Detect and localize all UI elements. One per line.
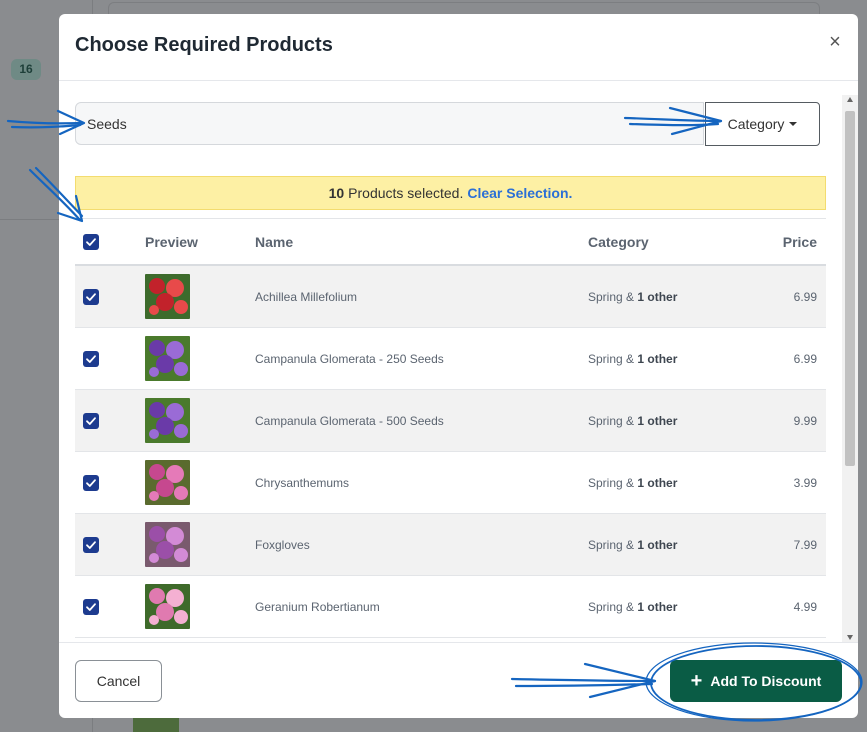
- product-name: Geranium Robertianum: [255, 575, 588, 638]
- product-name: Achillea Millefolium: [255, 265, 588, 328]
- preview-cell: [145, 327, 255, 390]
- table-row[interactable]: Achillea Millefolium Spring & 1 other 6.99: [75, 265, 826, 328]
- check-icon: [86, 602, 96, 611]
- product-price: 3.99: [758, 451, 826, 514]
- purple-bellflower-thumbnail[interactable]: [145, 336, 190, 381]
- row-checkbox-cell: [75, 389, 145, 452]
- search-input[interactable]: [75, 102, 704, 145]
- plus-icon: +: [690, 670, 703, 692]
- close-icon[interactable]: ×: [825, 31, 845, 53]
- product-name: Campanula Glomerata - 500 Seeds: [255, 389, 588, 452]
- table-row[interactable]: Chrysanthemums Spring & 1 other 3.99: [75, 451, 826, 514]
- add-to-discount-button[interactable]: + Add To Discount: [670, 660, 842, 702]
- product-category: Spring & 1 other: [588, 513, 758, 576]
- table-row[interactable]: Geranium Robertianum Spring & 1 other 4.99: [75, 575, 826, 638]
- product-price: 9.99: [758, 389, 826, 452]
- foxglove-thumbnail[interactable]: [145, 522, 190, 567]
- pink-geranium-thumbnail[interactable]: [145, 584, 190, 629]
- row-checkbox[interactable]: [83, 536, 99, 553]
- category-more: 1 other: [637, 537, 678, 552]
- products-table: Preview Name Category Price Achillea Mil…: [75, 218, 826, 638]
- check-icon: [86, 540, 96, 549]
- purple-bellflower-thumbnail[interactable]: [145, 398, 190, 443]
- category-primary: Spring &: [588, 537, 635, 552]
- choose-products-modal: Choose Required Products × Category 10 P…: [59, 14, 858, 718]
- category-more: 1 other: [637, 289, 678, 304]
- category-primary: Spring &: [588, 413, 635, 428]
- modal-scrollbar[interactable]: [842, 95, 858, 642]
- modal-footer: Cancel + Add To Discount: [59, 642, 858, 718]
- row-checkbox[interactable]: [83, 412, 99, 429]
- row-checkbox-cell: [75, 327, 145, 390]
- row-checkbox-cell: [75, 265, 145, 328]
- table-row[interactable]: Foxgloves Spring & 1 other 7.99: [75, 513, 826, 576]
- add-to-discount-label: Add To Discount: [710, 673, 822, 689]
- row-checkbox[interactable]: [83, 474, 99, 491]
- header-category[interactable]: Category: [588, 218, 758, 266]
- scrollbar-thumb[interactable]: [845, 111, 855, 466]
- selection-text: Products selected.: [348, 185, 464, 201]
- category-more: 1 other: [637, 351, 678, 366]
- pink-chrysanthemum-thumbnail[interactable]: [145, 460, 190, 505]
- product-price: 7.99: [758, 513, 826, 576]
- scroll-up-arrow-icon[interactable]: [847, 97, 853, 102]
- category-button-label: Category: [727, 116, 785, 132]
- scroll-down-arrow-icon[interactable]: [847, 635, 853, 640]
- product-price: 6.99: [758, 265, 826, 328]
- check-icon: [86, 416, 96, 425]
- modal-body: Category 10 Products selected. Clear Sel…: [59, 81, 858, 642]
- background-thumbnail: [133, 718, 179, 732]
- clear-selection-link[interactable]: Clear Selection.: [467, 185, 572, 201]
- category-primary: Spring &: [588, 289, 635, 304]
- select-all-cell: [75, 218, 145, 266]
- product-name: Chrysanthemums: [255, 451, 588, 514]
- product-category: Spring & 1 other: [588, 451, 758, 514]
- product-category: Spring & 1 other: [588, 575, 758, 638]
- product-price: 4.99: [758, 575, 826, 638]
- product-category: Spring & 1 other: [588, 389, 758, 452]
- row-checkbox-cell: [75, 451, 145, 514]
- preview-cell: [145, 575, 255, 638]
- category-dropdown-button[interactable]: Category: [705, 102, 820, 146]
- header-preview[interactable]: Preview: [145, 218, 255, 266]
- select-all-checkbox[interactable]: [83, 234, 99, 251]
- check-icon: [86, 354, 96, 363]
- row-checkbox-cell: [75, 513, 145, 576]
- category-more: 1 other: [637, 599, 678, 614]
- row-checkbox[interactable]: [83, 350, 99, 367]
- modal-header: Choose Required Products ×: [59, 14, 858, 81]
- check-icon: [86, 238, 96, 247]
- product-price: 6.99: [758, 327, 826, 390]
- product-name: Campanula Glomerata - 250 Seeds: [255, 327, 588, 390]
- header-price[interactable]: Price: [758, 218, 826, 266]
- table-header-row: Preview Name Category Price: [75, 218, 826, 266]
- table-row[interactable]: Campanula Glomerata - 500 Seeds Spring & …: [75, 389, 826, 452]
- check-icon: [86, 292, 96, 301]
- caret-down-icon: [789, 122, 798, 126]
- category-more: 1 other: [637, 475, 678, 490]
- category-primary: Spring &: [588, 599, 635, 614]
- cancel-button[interactable]: Cancel: [75, 660, 162, 702]
- product-name: Foxgloves: [255, 513, 588, 576]
- selection-banner: 10 Products selected. Clear Selection.: [75, 176, 826, 210]
- preview-cell: [145, 513, 255, 576]
- header-name[interactable]: Name: [255, 218, 588, 266]
- preview-cell: [145, 265, 255, 328]
- modal-title: Choose Required Products: [75, 34, 333, 56]
- row-checkbox[interactable]: [83, 598, 99, 615]
- category-more: 1 other: [637, 413, 678, 428]
- table-row[interactable]: Campanula Glomerata - 250 Seeds Spring & …: [75, 327, 826, 390]
- background-count-badge: 16: [11, 59, 41, 80]
- preview-cell: [145, 389, 255, 452]
- selection-count: 10: [328, 185, 345, 201]
- preview-cell: [145, 451, 255, 514]
- category-primary: Spring &: [588, 351, 635, 366]
- product-category: Spring & 1 other: [588, 327, 758, 390]
- product-category: Spring & 1 other: [588, 265, 758, 328]
- red-flower-thumbnail[interactable]: [145, 274, 190, 319]
- row-checkbox[interactable]: [83, 288, 99, 305]
- category-primary: Spring &: [588, 475, 635, 490]
- check-icon: [86, 478, 96, 487]
- row-checkbox-cell: [75, 575, 145, 638]
